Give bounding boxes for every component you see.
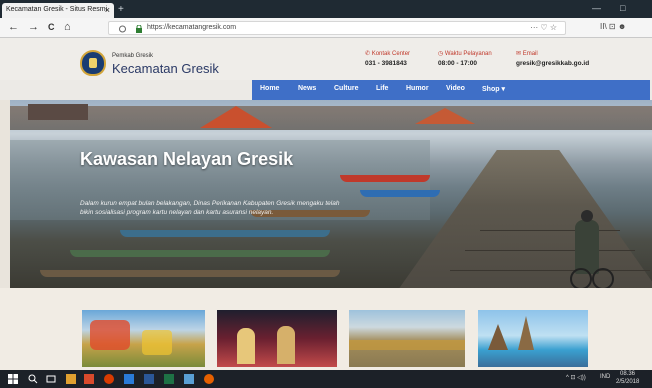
file-explorer-icon[interactable] [66, 374, 76, 384]
harbor-buildings [10, 106, 652, 130]
email-value[interactable]: gresik@gresikkab.go.id [516, 60, 589, 67]
building-roof [28, 104, 88, 120]
nav-culture[interactable]: Culture [334, 85, 359, 92]
opera-icon[interactable] [104, 374, 114, 384]
boat [120, 230, 330, 237]
main-nav: Home News Culture Life Humor Video Shop … [0, 80, 652, 100]
hours-label: Waktu Pelayanan [444, 51, 492, 57]
nav-life[interactable]: Life [376, 85, 388, 92]
nav-home[interactable]: Home [260, 85, 279, 92]
edge-icon[interactable] [124, 374, 134, 384]
bicycle-wheel [570, 268, 592, 288]
maximize-icon[interactable]: □ [620, 3, 625, 13]
wooden-pier [398, 150, 652, 288]
lock-icon [136, 25, 142, 33]
hero-title[interactable]: Kawasan Nelayan Gresik [80, 150, 300, 169]
tab-title: Kecamatan Gresik - Situs Resmi [6, 6, 108, 13]
library-icons[interactable]: II\ ⊡ ☻ [600, 22, 626, 31]
mail-icon: ✉ [516, 51, 523, 57]
pavilion-roof [200, 106, 272, 128]
store-icon[interactable] [84, 374, 94, 384]
language-indicator[interactable]: IND [600, 374, 610, 380]
pemkab-label: Pemkab Gresik [112, 53, 154, 59]
thumbnail-stage-event[interactable] [217, 310, 337, 367]
nav-humor[interactable]: Humor [406, 85, 429, 92]
browser-tab[interactable]: Kecamatan Gresik - Situs Resmi × [2, 3, 114, 18]
search-icon[interactable] [28, 374, 38, 384]
plank [480, 230, 620, 231]
new-tab-icon[interactable]: + [118, 4, 124, 15]
bicycle-wheel [592, 268, 614, 288]
boat [360, 190, 440, 197]
plank [450, 270, 650, 271]
thumbnail-parade[interactable] [82, 310, 205, 367]
windows-taskbar: ^ ⊡ ◁)) IND 08.36 2/5/2018 [0, 370, 652, 388]
email-contact: ✉ Email gresik@gresikkab.go.id [516, 50, 589, 67]
browser-toolbar: ← → C ⌂ https://kecamatangresik.com ··· … [0, 18, 652, 38]
featured-thumbnails [0, 288, 652, 370]
windows-start-icon[interactable] [8, 374, 18, 384]
nav-video[interactable]: Video [446, 85, 465, 92]
hero-description: Dalam kurun empat bulan belakangan, Dina… [80, 200, 340, 216]
firefox-icon[interactable] [204, 374, 214, 384]
contact-value: 031 - 3981843 [365, 60, 407, 67]
cyclist [575, 210, 599, 274]
system-tray-icons[interactable]: ^ ⊡ ◁)) [566, 374, 586, 381]
thumbnail-monument[interactable] [478, 310, 588, 367]
clock-time[interactable]: 08.36 [620, 371, 635, 377]
clock-date[interactable]: 2/5/2018 [616, 379, 639, 385]
plank [465, 250, 635, 251]
site-header: Pemkab Gresik Kecamatan Gresik ✆ Kontak … [0, 38, 652, 80]
word-icon[interactable] [144, 374, 154, 384]
close-tab-icon[interactable]: × [105, 5, 110, 15]
thumbnail-ceremony[interactable] [349, 310, 465, 367]
boat [70, 250, 330, 257]
reload-icon[interactable]: C [48, 22, 55, 32]
nav-bar-blue: Home News Culture Life Humor Video Shop … [252, 80, 650, 100]
phone-icon: ✆ [365, 51, 372, 57]
email-label: Email [522, 51, 538, 57]
boat [40, 270, 340, 277]
task-view-icon[interactable] [46, 374, 56, 384]
address-bar[interactable]: https://kecamatangresik.com ··· ♡ ☆ [108, 21, 566, 35]
back-icon[interactable]: ← [8, 21, 19, 33]
page-actions-icons[interactable]: ··· ♡ ☆ [530, 23, 557, 32]
minimize-icon[interactable]: — [592, 3, 601, 13]
excel-icon[interactable] [164, 374, 174, 384]
contact-center: ✆ Kontak Center 031 - 3981843 [365, 50, 410, 67]
contact-label: Kontak Center [371, 51, 411, 57]
browser-tab-strip: Kecamatan Gresik - Situs Resmi × + — □ [0, 0, 652, 18]
info-icon[interactable] [119, 25, 133, 33]
service-hours: ◷ Waktu Pelayanan 08:00 - 17:00 [438, 50, 492, 67]
hours-value: 08:00 - 17:00 [438, 60, 478, 67]
pavilion-roof [415, 108, 475, 124]
forward-icon[interactable]: → [28, 21, 39, 33]
clock-icon: ◷ [438, 51, 445, 57]
app-icon[interactable] [184, 374, 194, 384]
hero-banner-image[interactable] [10, 100, 652, 288]
home-icon[interactable]: ⌂ [64, 21, 71, 33]
gresik-emblem-logo[interactable] [80, 50, 106, 76]
site-title[interactable]: Kecamatan Gresik [112, 61, 219, 76]
nav-shop[interactable]: Shop ▾ [482, 85, 505, 93]
nav-news[interactable]: News [298, 85, 316, 92]
url-text[interactable]: https://kecamatangresik.com [147, 24, 236, 31]
boat [340, 175, 430, 182]
